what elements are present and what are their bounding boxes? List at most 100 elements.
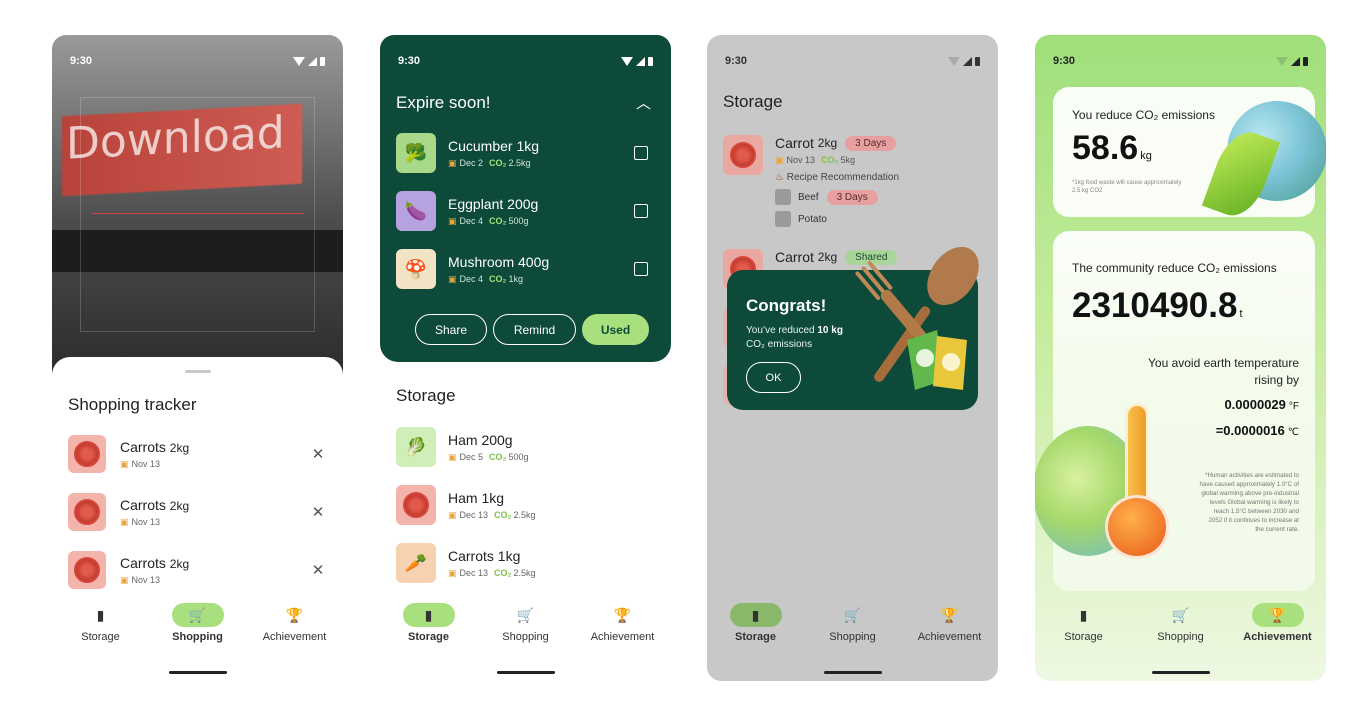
chevron-up-icon[interactable]: ︿ (636, 92, 651, 113)
list-item[interactable]: Carrot 2kg 3 Days ▣ Nov 13 CO₂ 5kg ♨ Recipe … (723, 135, 981, 227)
list-item[interactable]: Carrots 2kg ▣ Nov 13 ✕ (68, 435, 326, 473)
eggplant-icon: 🍆 (396, 191, 436, 231)
item-date: Dec 4 (459, 215, 484, 226)
recipe-item[interactable]: Beef 3 Days (775, 189, 899, 205)
nav-label: Storage (81, 631, 120, 643)
checkbox[interactable] (634, 146, 648, 160)
list-item[interactable]: Ham 1kg ▣ Dec 13 CO₂ 2.5kg (396, 485, 654, 525)
thermometer-bulb (1105, 495, 1169, 559)
recipe-icon: ♨ (775, 172, 784, 183)
temp-fahrenheit: 0.0000029 °F (1224, 397, 1299, 412)
battery-icon (975, 56, 980, 66)
nav-achievement[interactable]: 🏆 Achievement (1233, 603, 1323, 653)
nav-shopping[interactable]: 🛒 Shopping (153, 603, 243, 653)
tomato-icon (396, 485, 436, 525)
leek-icon: 🥬 (396, 427, 436, 467)
bottom-nav: ▮ Storage 🛒 Shopping 🏆 Achievement (707, 603, 998, 653)
remove-button[interactable]: ✕ (310, 445, 326, 463)
used-button[interactable]: Used (582, 314, 649, 345)
battery-icon (1303, 56, 1308, 66)
item-qty: 2kg (817, 250, 838, 264)
recipe-item-name: Potato (798, 213, 827, 225)
nav-shopping[interactable]: 🛒 Shopping (808, 603, 898, 653)
bottom-nav: ▮ Storage 🛒 Shopping 🏆 Achievement (380, 603, 671, 653)
nav-shopping[interactable]: 🛒 Shopping (1136, 603, 1226, 653)
bottom-nav: ▮ Storage 🛒 Shopping 🏆 Achievement (52, 603, 343, 653)
carrot-icon: 🥕 (396, 543, 436, 583)
list-item[interactable]: 🥬 Ham 200g ▣ Dec 5 CO₂ 500g (396, 427, 654, 467)
community-co2-card: The community reduce CO₂ emissions 23104… (1035, 231, 1315, 591)
nav-label: Achievement (917, 631, 982, 643)
item-name: Carrots (120, 438, 166, 455)
nav-achievement[interactable]: 🏆 Achievement (578, 603, 668, 653)
remind-button[interactable]: Remind (493, 314, 576, 345)
nav-storage[interactable]: ▮ Storage (1039, 603, 1129, 653)
remove-button[interactable]: ✕ (310, 503, 326, 521)
item-name: Ham 1kg (448, 489, 505, 506)
mushroom-icon: 🍄 (396, 249, 436, 289)
trophy-icon: 🏆 (285, 606, 304, 623)
item-qty: 2kg (169, 556, 190, 571)
calendar-icon: ▣ (448, 451, 457, 462)
screen-shopping-tracker: Download 9:30 Shopping tracker Carrots 2… (52, 35, 343, 681)
card-footnote: *1kg food waste will cause approximately… (1072, 180, 1182, 194)
nav-shopping[interactable]: 🛒 Shopping (481, 603, 571, 653)
sheet-handle[interactable] (184, 370, 211, 373)
checkbox[interactable] (634, 262, 648, 276)
list-item[interactable]: 🥦 Cucumber 1kg ▣ Dec 2 CO₂ 2.5kg (396, 133, 654, 173)
list-item[interactable]: 🍄 Mushroom 400g ▣ Dec 4 CO₂ 1kg (396, 249, 654, 289)
battery-icon (320, 56, 325, 66)
list-item[interactable]: 🍆 Eggplant 200g ▣ Dec 4 CO₂ 500g (396, 191, 654, 231)
co2-label: CO₂ (489, 157, 507, 168)
nav-storage[interactable]: ▮ Storage (711, 603, 801, 653)
item-date: Nov 13 (131, 574, 161, 585)
broccoli-icon: 🥦 (396, 133, 436, 173)
nav-achievement[interactable]: 🏆 Achievement (905, 603, 995, 653)
item-qty: 2kg (817, 136, 838, 150)
days-badge: 3 Days (826, 189, 878, 205)
item-qty: 2kg (169, 440, 190, 455)
checkbox[interactable] (634, 204, 648, 218)
nav-label: Achievement (590, 631, 655, 643)
co2-label: CO₂ (489, 273, 507, 284)
item-co2: 2.5kg (508, 157, 531, 168)
item-co2: 5kg (840, 155, 856, 165)
camera-viewfinder[interactable]: Download (52, 35, 343, 375)
days-badge: 3 Days (845, 135, 897, 151)
nav-storage[interactable]: ▮ Storage (384, 603, 474, 653)
nav-storage[interactable]: ▮ Storage (56, 603, 146, 653)
fridge-icon: ▮ (96, 606, 105, 623)
item-co2: 500g (508, 215, 529, 226)
home-indicator (1151, 671, 1210, 674)
item-co2: 2.5kg (513, 567, 536, 578)
item-date: Nov 13 (786, 155, 816, 165)
fridge-icon: ▮ (402, 603, 455, 627)
personal-co2-card: You reduce CO₂ emissions 58.6 kg *1kg foo… (1053, 87, 1326, 224)
co2-label: CO₂ (489, 451, 507, 462)
calendar-icon: ▣ (120, 574, 129, 585)
remove-button[interactable]: ✕ (310, 561, 326, 579)
list-item[interactable]: Carrots 2kg ▣ Nov 13 ✕ (68, 551, 326, 589)
tomato-icon (68, 493, 106, 531)
item-name: Mushroom 400g (448, 253, 550, 270)
trophy-icon: 🏆 (940, 606, 959, 623)
calendar-icon: ▣ (448, 215, 457, 226)
item-co2: 1kg (508, 273, 524, 284)
sheet-title: Shopping tracker (68, 395, 197, 414)
share-button[interactable]: Share (415, 314, 487, 345)
list-item[interactable]: 🥕 Carrots 1kg ▣ Dec 13 CO₂ 2.5kg (396, 543, 654, 583)
ok-button[interactable]: OK (746, 362, 801, 393)
nav-label: Storage (1064, 631, 1103, 643)
card-label: You reduce CO₂ emissions (1072, 108, 1215, 122)
list-item[interactable]: Carrots 2kg ▣ Nov 13 ✕ (68, 493, 326, 531)
item-date: Dec 13 (459, 567, 489, 578)
recipe-item[interactable]: Potato (775, 211, 899, 227)
calendar-icon: ▣ (120, 516, 129, 527)
signal-icon (308, 56, 317, 66)
signal-icon (963, 56, 972, 66)
nav-label: Storage (735, 631, 776, 643)
co2-label: CO₂ (821, 155, 839, 165)
scan-line (92, 213, 304, 214)
nav-achievement[interactable]: 🏆 Achievement (250, 603, 340, 653)
screen-storage-congrats: 9:30 Storage Carrot 2kg 3 Days ▣ Nov 13 CO₂… (707, 35, 998, 681)
